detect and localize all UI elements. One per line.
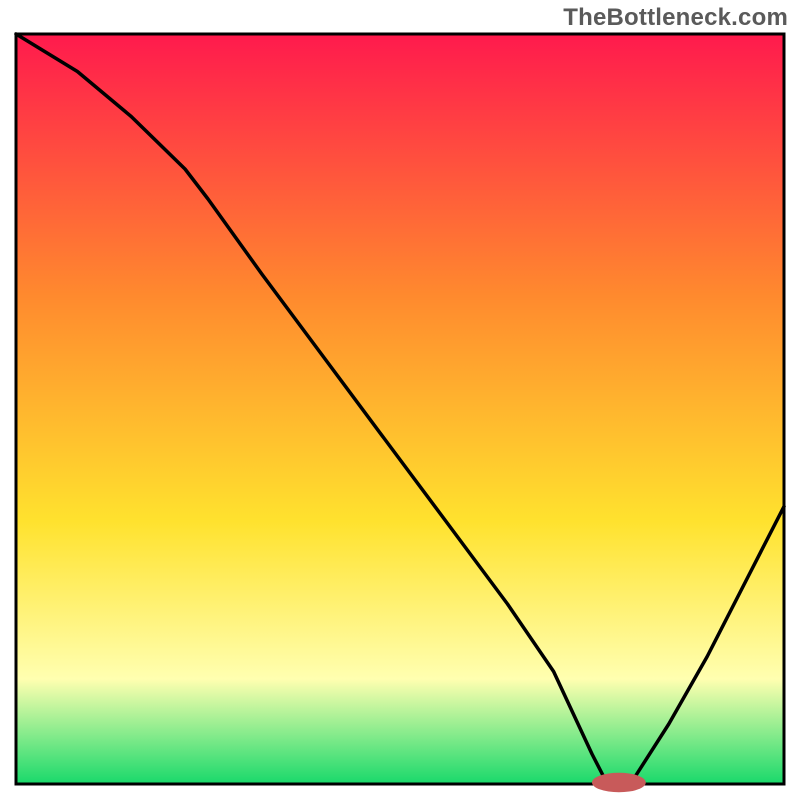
optimal-point-marker bbox=[592, 773, 646, 793]
bottleneck-chart bbox=[0, 0, 800, 800]
plot-area bbox=[16, 34, 784, 792]
watermark-text: TheBottleneck.com bbox=[563, 4, 788, 32]
chart-container: TheBottleneck.com bbox=[0, 0, 800, 800]
heat-gradient-fill bbox=[16, 34, 784, 784]
